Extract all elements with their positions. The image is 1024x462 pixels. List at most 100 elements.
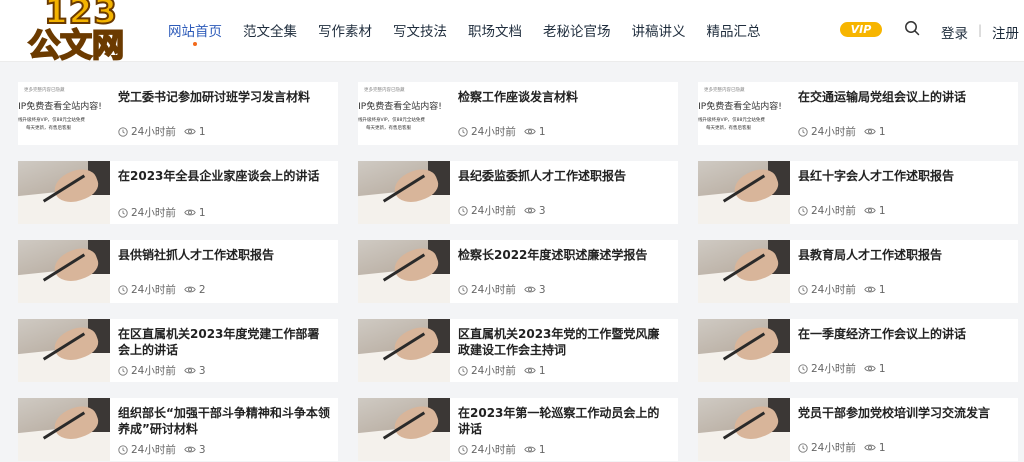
article-grid: 更多完整内容已隐藏 VIP免费查看全站内容! 线升级终身VIP，仅88元全站免费 每天… [18,82,1018,461]
article-thumbnail[interactable] [698,319,790,382]
clock-icon [798,126,808,137]
article-views: 1 [538,125,546,138]
article-card[interactable]: 检察长2022年度述职述廉述学报告 24小时前 3 [358,240,678,303]
register-link[interactable]: 注册 [992,22,1019,42]
article-card[interactable]: 党员干部参加党校培训学习交流发言 24小时前 1 [698,398,1018,461]
article-time: 24小时前 [131,284,176,296]
article-thumbnail[interactable] [358,398,450,461]
article-thumbnail[interactable] [18,398,110,461]
article-title[interactable]: 在2023年全县企业家座谈会上的讲话 [118,168,330,184]
nav-item-premium[interactable]: 精品汇总 [707,20,761,40]
article-thumbnail[interactable] [698,398,790,461]
clock-icon [798,205,808,216]
article-title[interactable]: 区直属机关2023年党的工作暨党风廉政建设工作会主持词 [458,326,670,358]
eye-icon [524,367,536,374]
article-title[interactable]: 在交通运输局党组会议上的讲话 [798,89,1010,105]
article-title[interactable]: 党工委书记参加研讨班学习发言材料 [118,89,330,105]
article-card[interactable]: 更多完整内容已隐藏 VIP免费查看全站内容! 线升级终身VIP，仅88元全站免费 每天… [18,82,338,145]
nav-item-workplace-docs[interactable]: 职场文档 [468,20,522,40]
thumb-text: 线升级终身VIP，仅88元全站免费 [698,118,765,123]
article-title[interactable]: 在2023年第一轮巡察工作动员会上的讲话 [458,405,670,437]
article-title[interactable]: 在区直属机关2023年度党建工作部署会上的讲话 [118,326,330,358]
login-link[interactable]: 登录 [941,22,968,42]
article-thumbnail[interactable] [18,161,110,224]
article-views: 3 [198,443,206,456]
clock-icon [458,444,468,455]
nav-item-collection[interactable]: 范文全集 [243,20,297,40]
article-card[interactable]: 县教育局人才工作述职报告 24小时前 1 [698,240,1018,303]
site-logo[interactable]: 123 公文网 [26,0,138,65]
search-icon[interactable] [904,20,920,36]
article-title[interactable]: 县红十字会人才工作述职报告 [798,168,1010,184]
article-card[interactable]: 更多完整内容已隐藏 VIP免费查看全站内容! 线升级终身VIP，仅88元全站免费 每天… [358,82,678,145]
eye-icon [524,128,536,135]
article-thumbnail[interactable] [698,240,790,303]
thumb-text: 更多完整内容已隐藏 [24,88,65,93]
article-meta: 24小时前 3 [118,442,206,457]
nav-item-officialdom[interactable]: 老秘论官场 [543,20,611,40]
article-views: 1 [198,206,206,219]
clock-icon [798,363,808,374]
eye-icon [184,367,196,374]
article-card[interactable]: 在2023年全县企业家座谈会上的讲话 24小时前 1 [18,161,338,224]
article-thumbnail[interactable] [18,319,110,382]
article-time: 24小时前 [131,126,176,138]
article-time: 24小时前 [811,126,856,138]
clock-icon [118,284,128,295]
clock-icon [798,442,808,453]
article-card[interactable]: 在一季度经济工作会议上的讲话 24小时前 1 [698,319,1018,382]
eye-icon [864,286,876,293]
article-time: 24小时前 [131,207,176,219]
article-meta: 24小时前 1 [118,205,206,220]
article-thumbnail[interactable] [358,319,450,382]
article-card[interactable]: 县供销社抓人才工作述职报告 24小时前 2 [18,240,338,303]
clock-icon [458,365,468,376]
article-title[interactable]: 县供销社抓人才工作述职报告 [118,247,330,263]
article-views: 3 [538,283,546,296]
article-title[interactable]: 检察工作座谈发言材料 [458,89,670,105]
eye-icon [864,444,876,451]
article-thumbnail[interactable] [358,240,450,303]
article-views: 1 [538,364,546,377]
article-meta: 24小时前 1 [798,203,886,218]
article-time: 24小时前 [811,363,856,375]
article-thumbnail[interactable] [358,161,450,224]
article-meta: 24小时前 3 [118,363,206,378]
thumb-text: 更多完整内容已隐藏 [364,88,405,93]
vip-thumbnail[interactable]: 更多完整内容已隐藏 VIP免费查看全站内容! 线升级终身VIP，仅88元全站免费 每天… [698,82,790,145]
article-card[interactable]: 更多完整内容已隐藏 VIP免费查看全站内容! 线升级终身VIP，仅88元全站免费 每天… [698,82,1018,145]
article-views: 1 [878,204,886,217]
vip-thumbnail[interactable]: 更多完整内容已隐藏 VIP免费查看全站内容! 线升级终身VIP，仅88元全站免费 每天… [18,82,110,145]
nav-item-home[interactable]: 网站首页 [168,20,222,46]
nav-item-materials[interactable]: 写作素材 [318,20,372,40]
article-thumbnail[interactable] [18,240,110,303]
vip-badge[interactable]: VIP [840,22,882,37]
article-card[interactable]: 在2023年第一轮巡察工作动员会上的讲话 24小时前 1 [358,398,678,461]
eye-icon [864,365,876,372]
login-register-separator: | [978,23,983,37]
article-title[interactable]: 县纪委监委抓人才工作述职报告 [458,168,670,184]
article-card[interactable]: 县红十字会人才工作述职报告 24小时前 1 [698,161,1018,224]
eye-icon [184,209,196,216]
article-thumbnail[interactable] [698,161,790,224]
thumb-text: VIP免费查看全站内容! [18,102,102,112]
article-title[interactable]: 县教育局人才工作述职报告 [798,247,1010,263]
article-card[interactable]: 区直属机关2023年党的工作暨党风廉政建设工作会主持词 24小时前 1 [358,319,678,382]
article-title[interactable]: 党员干部参加党校培训学习交流发言 [798,405,1010,421]
article-meta: 24小时前 1 [798,361,886,376]
main-nav: 网站首页 范文全集 写作素材 写文技法 职场文档 老秘论官场 讲稿讲义 精品汇总 [168,20,782,46]
article-title[interactable]: 组织部长“加强干部斗争精神和斗争本领养成”研讨材料 [118,405,330,437]
nav-item-speeches[interactable]: 讲稿讲义 [632,20,686,40]
article-card[interactable]: 在区直属机关2023年度党建工作部署会上的讲话 24小时前 3 [18,319,338,382]
vip-thumbnail[interactable]: 更多完整内容已隐藏 VIP免费查看全站内容! 线升级终身VIP，仅88元全站免费 每天… [358,82,450,145]
article-card[interactable]: 组织部长“加强干部斗争精神和斗争本领养成”研讨材料 24小时前 3 [18,398,338,461]
article-title[interactable]: 检察长2022年度述职述廉述学报告 [458,247,670,263]
article-title[interactable]: 在一季度经济工作会议上的讲话 [798,326,1010,342]
nav-item-writing-skills[interactable]: 写文技法 [393,20,447,40]
clock-icon [458,205,468,216]
article-time: 24小时前 [471,284,516,296]
thumb-text: VIP免费查看全站内容! [698,102,782,112]
article-time: 24小时前 [471,205,516,217]
article-card[interactable]: 县纪委监委抓人才工作述职报告 24小时前 3 [358,161,678,224]
clock-icon [458,126,468,137]
